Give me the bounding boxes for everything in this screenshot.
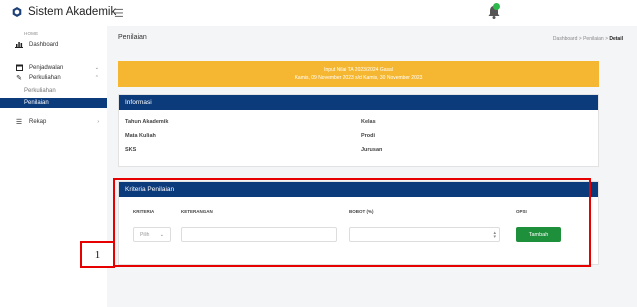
brand[interactable]: Sistem Akademik — [12, 6, 116, 18]
sidebar-subitem-penilaian[interactable]: Penilaian — [0, 98, 107, 108]
breadcrumb: Dashboard > Penilaian > Detail — [553, 36, 623, 42]
sidebar-item-label: Dashboard — [29, 42, 59, 48]
sidebar-subitem-perkuliahan[interactable]: Perkuliahan — [0, 86, 107, 96]
alert-date-range: Kamis, 09 November 2023 s/d Kamis, 30 No… — [294, 75, 423, 81]
info-card: Informasi Tahun Akademik Mata Kuliah SKS… — [118, 94, 599, 167]
alert-title: Input Nilai TA 2023/2024 Gasal — [324, 67, 393, 73]
label-mata-kuliah: Mata Kuliah — [125, 133, 156, 139]
app-title: Sistem Akademik — [28, 6, 117, 18]
annotation-number-label: 1 — [80, 241, 115, 268]
sidebar-item-label: Rekap — [29, 119, 47, 125]
top-bar: Sistem Akademik ☰ — [0, 0, 637, 26]
breadcrumb-penilaian[interactable]: Penilaian — [583, 36, 604, 42]
schedule-alert: Input Nilai TA 2023/2024 Gasal Kamis, 09… — [118, 61, 599, 87]
chevron-down-icon: ⌄ — [94, 65, 99, 71]
pencil-icon: ✎ — [16, 75, 22, 82]
sidebar-item-perkuliahan[interactable]: ✎ Perkuliahan ⌃ — [0, 73, 107, 83]
list-icon: ☰ — [15, 119, 23, 126]
notification-badge — [493, 3, 500, 10]
menu-toggle-icon[interactable]: ☰ — [114, 7, 124, 20]
sidebar-section-home: HOME — [24, 31, 39, 36]
label-kelas: Kelas — [361, 119, 376, 125]
sidebar-item-penjadwalan[interactable]: Penjadwalan ⌄ — [0, 63, 107, 73]
sidebar-item-dashboard[interactable]: Dashboard — [0, 40, 107, 50]
chevron-up-icon: ⌃ — [94, 75, 99, 81]
sidebar-item-label: Perkuliahan — [29, 75, 61, 81]
page-title: Penilaian — [118, 34, 147, 41]
label-prodi: Prodi — [361, 133, 376, 139]
sidebar-item-label: Penjadwalan — [29, 65, 64, 71]
bar-chart-icon — [13, 41, 25, 50]
sidebar-subitem-label: Penilaian — [24, 100, 49, 106]
label-sks: SKS — [125, 147, 137, 153]
info-card-header: Informasi — [119, 95, 598, 110]
breadcrumb-current: Detail — [609, 36, 623, 42]
label-tahun-akademik: Tahun Akademik — [125, 119, 169, 125]
sidebar-item-rekap[interactable]: ☰ Rekap › — [0, 117, 107, 127]
calendar-icon — [13, 64, 25, 73]
annotation-highlight-box — [113, 178, 591, 267]
label-jurusan: Jurusan — [361, 147, 383, 153]
breadcrumb-dashboard[interactable]: Dashboard — [553, 36, 577, 42]
chevron-right-icon: › — [97, 119, 99, 125]
logo-icon — [12, 7, 22, 17]
sidebar-subitem-label: Perkuliahan — [24, 88, 56, 94]
